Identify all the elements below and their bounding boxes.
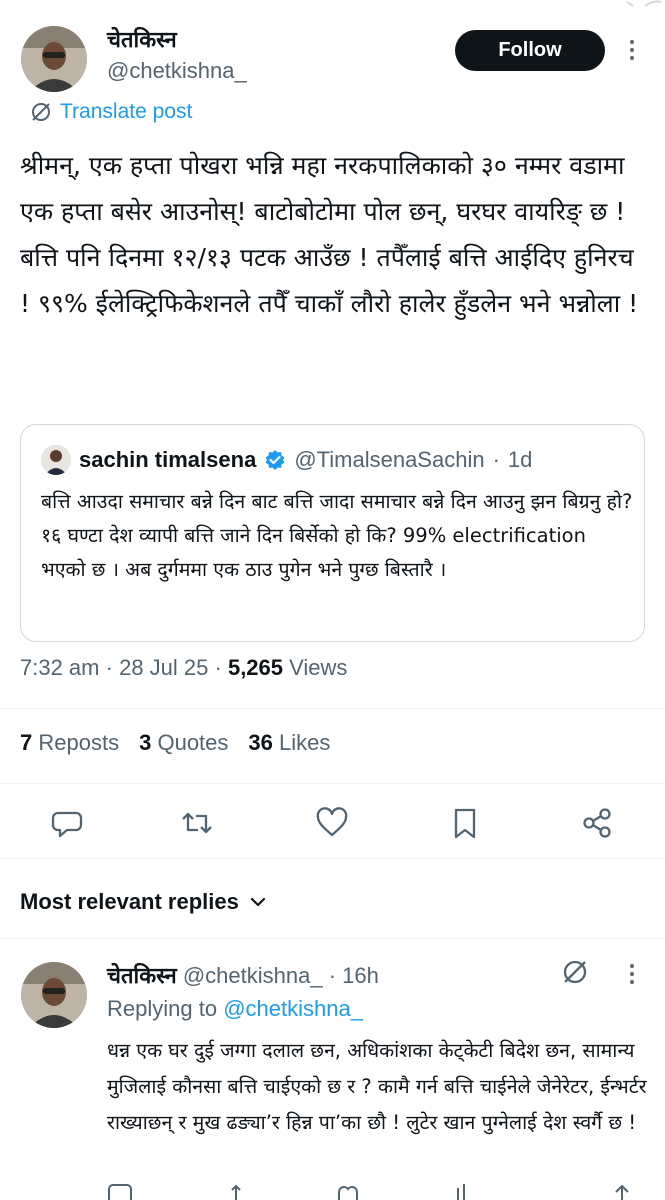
quoted-post-card[interactable]: sachin timalsena @TimalsenaSachin · 1d ब…: [20, 424, 645, 642]
divider: [0, 938, 665, 939]
quotes-count: 3: [139, 730, 152, 755]
reply-author-avatar[interactable]: [21, 962, 87, 1028]
quoted-author-name: sachin timalsena: [79, 447, 257, 472]
reposts-stat[interactable]: 7 Reposts: [20, 730, 119, 756]
replies-sort-dropdown[interactable]: Most relevant replies: [20, 889, 267, 915]
verified-badge-icon: [265, 450, 285, 470]
translate-post-link[interactable]: Translate post: [30, 100, 192, 124]
post-time: 7:32 am: [20, 655, 100, 680]
reply-text: धन्न एक घर दुई जग्गा दलाल छन, अधिकांशका …: [107, 1039, 647, 1134]
chevron-down-icon: [250, 897, 265, 907]
quoted-post-header: sachin timalsena @TimalsenaSachin · 1d: [41, 445, 532, 475]
post-date: 28 Jul 25: [119, 655, 209, 680]
reply-age: 16h: [342, 963, 379, 988]
bookmark-icon[interactable]: [448, 806, 482, 840]
replying-to-handle[interactable]: @chetkishna_: [223, 996, 363, 1021]
replies-section-title: Most relevant replies: [20, 889, 239, 914]
separator-dot: ·: [214, 655, 228, 680]
divider: [0, 783, 665, 784]
repost-icon[interactable]: [180, 806, 214, 840]
reply-action-bar: [100, 1180, 660, 1200]
views-count: 5,265: [227, 655, 284, 680]
likes-count: 36: [248, 730, 273, 755]
share-icon[interactable]: [610, 1180, 634, 1200]
share-icon[interactable]: [580, 806, 614, 840]
quoted-post-age: 1d: [507, 447, 533, 472]
heart-icon[interactable]: [315, 806, 349, 840]
likes-stat[interactable]: 36 Likes: [248, 730, 330, 756]
quotes-stat[interactable]: 3 Quotes: [139, 730, 228, 756]
views-icon[interactable]: [452, 1180, 476, 1200]
reply-header: चेतकिस्न @chetkishna_ · 16h: [107, 960, 379, 990]
replying-to-line: Replying to @chetkishna_: [107, 996, 363, 1022]
replying-to-label: Replying to: [107, 996, 218, 1021]
likes-label: Likes: [279, 730, 331, 755]
divider: [0, 858, 665, 859]
follow-button[interactable]: Follow: [455, 30, 605, 71]
reply-bubble-icon[interactable]: [108, 1180, 132, 1200]
repost-icon[interactable]: [230, 1180, 254, 1200]
more-vertical-icon[interactable]: [624, 964, 640, 988]
post-text: श्रीमन्, एक हप्ता पोखरा भन्नि महा नरकपाल…: [20, 151, 639, 318]
author-avatar[interactable]: [21, 26, 87, 92]
top-corner-icon: [626, 0, 662, 7]
divider: [0, 708, 665, 709]
author-handle[interactable]: @chetkishna_: [107, 58, 247, 84]
engagement-stats: 7 Reposts 3 Quotes 36 Likes: [20, 730, 330, 756]
heart-icon[interactable]: [336, 1180, 360, 1200]
reply-author-name[interactable]: चेतकिस्न: [107, 964, 177, 989]
quotes-label: Quotes: [157, 730, 229, 755]
translate-slash-icon[interactable]: [561, 958, 589, 986]
reply-author-handle[interactable]: @chetkishna_: [183, 963, 323, 988]
reposts-label: Reposts: [38, 730, 120, 755]
reply-bubble-icon[interactable]: [50, 806, 84, 840]
post-meta: 7:32 am · 28 Jul 25 · 5,265 Views: [20, 655, 347, 681]
reposts-count: 7: [20, 730, 33, 755]
quoted-post-text: बत्ति आउदा समाचार बन्ने दिन बाट बत्ति जा…: [41, 490, 633, 581]
translate-slash-icon: [32, 103, 50, 121]
translate-post-label: Translate post: [60, 100, 193, 123]
more-vertical-icon[interactable]: [624, 40, 640, 64]
views-label: Views: [289, 655, 348, 680]
author-display-name[interactable]: चेतकिस्न: [107, 26, 177, 56]
separator-dot: ·: [105, 655, 120, 680]
separator-dot: ·: [492, 447, 500, 472]
quoted-author-avatar: [41, 445, 71, 475]
separator-dot: ·: [328, 963, 337, 988]
quoted-author-handle: @TimalsenaSachin: [294, 447, 485, 472]
